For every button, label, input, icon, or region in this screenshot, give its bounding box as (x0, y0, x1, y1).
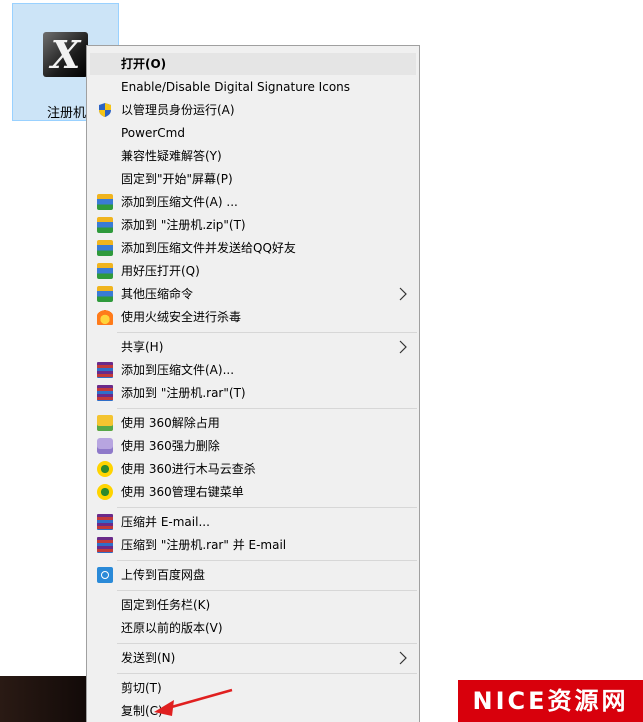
keygen-app-icon: X (43, 32, 88, 77)
shredder-360-icon (97, 438, 113, 454)
compress-icon (97, 217, 113, 233)
winrar-icon (97, 362, 113, 378)
compress-icon (97, 286, 113, 302)
chevron-right-icon (399, 340, 407, 354)
menu-item-share[interactable]: 共享(H) (90, 336, 416, 358)
folder-360-icon (97, 415, 113, 431)
menu-separator (117, 507, 417, 508)
fire-icon (97, 309, 113, 325)
menu-item-compress-email[interactable]: 压缩并 E-mail... (90, 511, 416, 533)
menu-item-open[interactable]: 打开(O) (90, 53, 416, 75)
watermark-logo: NICE资源网 (458, 680, 643, 722)
compress-icon (97, 240, 113, 256)
menu-item-pin-to-start[interactable]: 固定到"开始"屏幕(P) (90, 168, 416, 190)
security-360-icon (97, 461, 113, 477)
menu-item-send-to[interactable]: 发送到(N) (90, 647, 416, 669)
menu-item-open-with-haozip[interactable]: 用好压打开(Q) (90, 260, 416, 282)
menu-item-huorong-scan[interactable]: 使用火绒安全进行杀毒 (90, 306, 416, 328)
uac-shield-icon (99, 103, 111, 117)
menu-item-compress-send-qq[interactable]: 添加到压缩文件并发送给QQ好友 (90, 237, 416, 259)
menu-item-powercmd[interactable]: PowerCmd (90, 122, 416, 144)
menu-item-copy[interactable]: 复制(C) (90, 700, 416, 722)
menu-item-compat-troubleshoot[interactable]: 兼容性疑难解答(Y) (90, 145, 416, 167)
compress-icon (97, 263, 113, 279)
menu-item-other-compress[interactable]: 其他压缩命令 (90, 283, 416, 305)
menu-separator (117, 560, 417, 561)
winrar-icon (97, 514, 113, 530)
menu-item-winrar-add-archive[interactable]: 添加到压缩文件(A)... (90, 359, 416, 381)
menu-item-360-unlock[interactable]: 使用 360解除占用 (90, 412, 416, 434)
menu-separator (117, 590, 417, 591)
background-image-strip (0, 676, 86, 722)
menu-item-add-to-zip[interactable]: 添加到 "注册机.zip"(T) (90, 214, 416, 236)
menu-item-compress-rar-email[interactable]: 压缩到 "注册机.rar" 并 E-mail (90, 534, 416, 556)
menu-item-winrar-add-rar[interactable]: 添加到 "注册机.rar"(T) (90, 382, 416, 404)
chevron-right-icon (399, 651, 407, 665)
menu-item-baidu-upload[interactable]: 上传到百度网盘 (90, 564, 416, 586)
winrar-icon (97, 537, 113, 553)
security-360-icon (97, 484, 113, 500)
menu-separator (117, 408, 417, 409)
menu-item-run-as-admin[interactable]: 以管理员身份运行(A) (90, 99, 416, 121)
menu-item-360-trojan-scan[interactable]: 使用 360进行木马云查杀 (90, 458, 416, 480)
winrar-icon (97, 385, 113, 401)
menu-item-cut[interactable]: 剪切(T) (90, 677, 416, 699)
compress-icon (97, 194, 113, 210)
context-menu: 打开(O) Enable/Disable Digital Signature I… (86, 45, 420, 722)
menu-item-add-to-archive[interactable]: 添加到压缩文件(A) ... (90, 191, 416, 213)
desktop-icon-label: 注册机 (47, 106, 87, 121)
menu-separator (117, 332, 417, 333)
menu-item-pin-taskbar[interactable]: 固定到任务栏(K) (90, 594, 416, 616)
menu-item-360-manage-menu[interactable]: 使用 360管理右键菜单 (90, 481, 416, 503)
baidu-netdisk-icon (97, 567, 113, 583)
chevron-right-icon (399, 287, 407, 301)
annotation-arrow-icon (154, 688, 233, 716)
menu-separator (117, 673, 417, 674)
menu-item-360-force-delete[interactable]: 使用 360强力删除 (90, 435, 416, 457)
menu-item-restore-versions[interactable]: 还原以前的版本(V) (90, 617, 416, 639)
menu-item-digital-signature[interactable]: Enable/Disable Digital Signature Icons (90, 76, 416, 98)
menu-separator (117, 643, 417, 644)
